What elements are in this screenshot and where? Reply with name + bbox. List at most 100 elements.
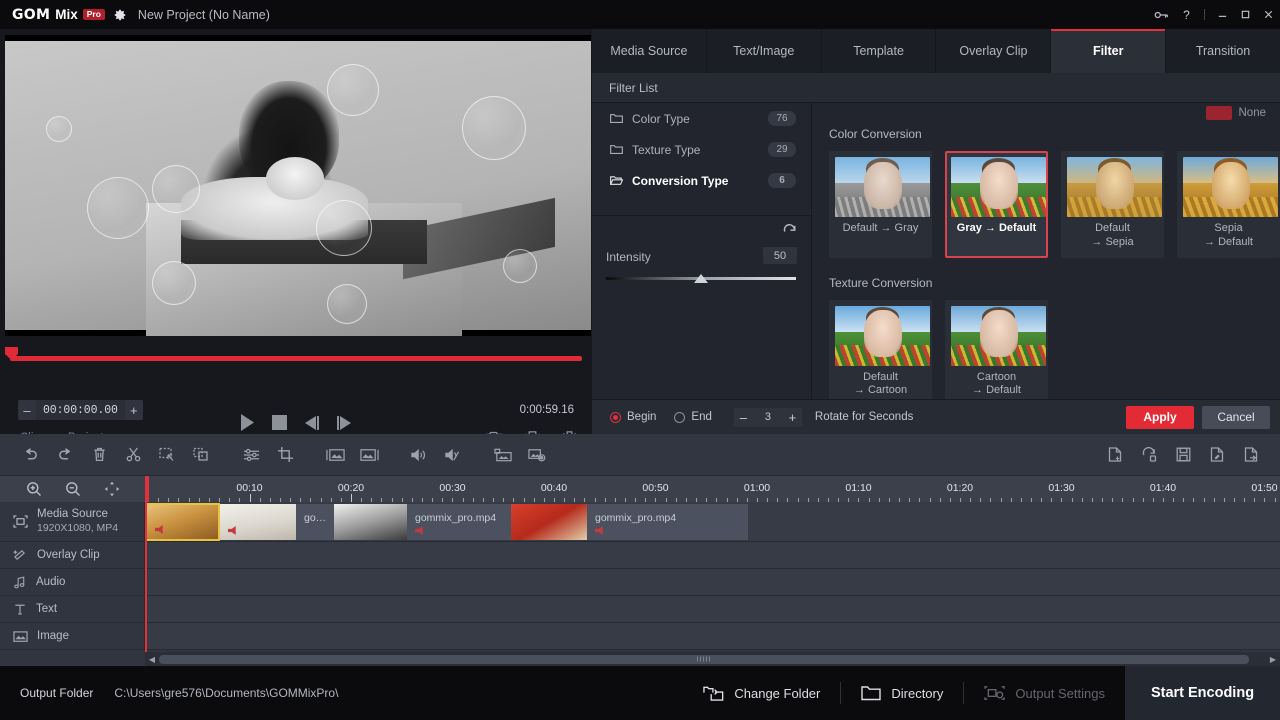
timeline-playhead-top[interactable]	[145, 476, 149, 502]
timecode-increase-button[interactable]: +	[125, 400, 143, 420]
previous-frame-icon[interactable]	[303, 415, 320, 431]
radio-end[interactable]: End	[674, 411, 711, 423]
timecode-value[interactable]: 00:00:00.00	[36, 404, 125, 417]
fit-timeline-icon[interactable]	[104, 481, 120, 497]
select-region-icon[interactable]	[150, 434, 184, 476]
preview-region-icon[interactable]	[520, 434, 554, 476]
reset-icon[interactable]	[782, 224, 797, 239]
tab-text-image[interactable]: Text/Image	[707, 29, 822, 73]
minimize-button[interactable]	[1211, 0, 1234, 29]
image-track-body[interactable]	[145, 623, 1280, 649]
insert-image-right-icon[interactable]	[352, 434, 386, 476]
radio-begin[interactable]: Begin	[610, 411, 656, 423]
track-image[interactable]: Image	[0, 623, 1280, 650]
start-encoding-button[interactable]: Start Encoding	[1125, 666, 1280, 720]
undo-icon[interactable]	[14, 434, 48, 476]
tab-filter[interactable]: Filter	[1051, 29, 1166, 73]
edit-project-icon[interactable]	[1200, 434, 1234, 476]
media-track-body[interactable]: go… gommix_pro.mp4 gommix_pro.mp4	[145, 502, 1280, 541]
timeline-clip[interactable]: gommix_pro.mp4	[407, 504, 511, 540]
filter-default-to-sepia[interactable]: Default → Sepia	[1061, 151, 1164, 258]
filter-sepia-to-default[interactable]: Sepia → Default	[1177, 151, 1280, 258]
clip-mute-icon[interactable]	[415, 526, 426, 535]
timeline-clip[interactable]	[145, 503, 220, 541]
timecode-stepper[interactable]: – 00:00:00.00 +	[18, 400, 143, 420]
filter-gray-to-default[interactable]: Gray → Default	[945, 151, 1048, 258]
maximize-button[interactable]	[1234, 0, 1257, 29]
timeline-clip[interactable]	[220, 504, 296, 540]
filter-thumbnail	[951, 306, 1046, 366]
clip-mute-icon[interactable]	[595, 526, 606, 535]
filter-default-to-gray[interactable]: Default → Gray	[829, 151, 932, 258]
next-frame-icon[interactable]	[336, 415, 353, 431]
track-label-group: Media Source 1920X1080, MP4	[37, 507, 118, 536]
preview-seek-bar[interactable]	[0, 344, 592, 368]
video-preview[interactable]	[5, 35, 591, 336]
cut-icon[interactable]	[116, 434, 150, 476]
export-project-icon[interactable]	[1234, 434, 1268, 476]
intensity-value[interactable]: 50	[763, 247, 797, 264]
new-project-icon[interactable]	[1098, 434, 1132, 476]
scroll-left-arrow[interactable]: ◀	[145, 652, 159, 666]
scroll-right-arrow[interactable]: ▶	[1266, 652, 1280, 666]
play-icon[interactable]	[239, 413, 256, 432]
cancel-button[interactable]: Cancel	[1202, 406, 1270, 429]
picture-in-picture-icon[interactable]	[486, 434, 520, 476]
delete-icon[interactable]	[82, 434, 116, 476]
intensity-slider-handle[interactable]	[694, 274, 708, 283]
scrollbar-thumb[interactable]	[159, 655, 1249, 664]
category-color-type[interactable]: Color Type 76	[592, 103, 811, 134]
change-folder-button[interactable]: Change Folder	[683, 666, 840, 720]
key-icon[interactable]	[1150, 0, 1174, 29]
seconds-increase-button[interactable]: +	[783, 408, 802, 427]
stop-icon[interactable]	[272, 415, 287, 430]
track-text[interactable]: Text	[0, 596, 1280, 623]
track-audio[interactable]: Audio	[0, 569, 1280, 596]
track-media-source[interactable]: Media Source 1920X1080, MP4 go… gommix_pr…	[0, 502, 1280, 542]
zoom-out-icon[interactable]	[65, 481, 81, 497]
timeline-clip[interactable]	[511, 504, 587, 540]
tab-media-source[interactable]: Media Source	[592, 29, 707, 73]
crop-icon[interactable]	[268, 434, 302, 476]
save-project-icon[interactable]	[1166, 434, 1200, 476]
overlay-track-body[interactable]	[145, 542, 1280, 568]
output-settings-button[interactable]: Output Settings	[964, 666, 1125, 720]
timecode-decrease-button[interactable]: –	[18, 400, 36, 420]
duplicate-icon[interactable]	[184, 434, 218, 476]
redo-icon[interactable]	[48, 434, 82, 476]
audio-track-body[interactable]	[145, 569, 1280, 595]
directory-button[interactable]: Directory	[841, 666, 963, 720]
text-track-body[interactable]	[145, 596, 1280, 622]
tab-overlay-clip[interactable]: Overlay Clip	[936, 29, 1051, 73]
timeline-horizontal-scrollbar[interactable]: ◀ ▶	[145, 652, 1280, 666]
mute-icon[interactable]	[436, 434, 470, 476]
filter-none-item[interactable]: None	[1206, 103, 1267, 123]
timeline-clip[interactable]: gommix_pro.mp4	[587, 504, 748, 540]
zoom-in-icon[interactable]	[26, 481, 42, 497]
filter-default-to-cartoon[interactable]: Default → Cartoon	[829, 300, 932, 407]
tab-template[interactable]: Template	[822, 29, 937, 73]
intensity-slider[interactable]	[606, 274, 796, 284]
filter-cartoon-to-default[interactable]: Cartoon → Default	[945, 300, 1048, 407]
filter-settings-icon[interactable]	[234, 434, 268, 476]
seconds-stepper[interactable]: – 3 +	[734, 408, 802, 427]
tab-transition[interactable]: Transition	[1166, 29, 1280, 73]
ruler-tick	[351, 494, 352, 502]
seconds-decrease-button[interactable]: –	[734, 408, 753, 427]
question-mark-icon[interactable]: question-mark-icon ?	[1174, 0, 1198, 29]
volume-icon[interactable]	[402, 434, 436, 476]
track-overlay-clip[interactable]: Overlay Clip	[0, 542, 1280, 569]
category-conversion-type[interactable]: Conversion Type 6	[592, 165, 811, 196]
close-button[interactable]	[1257, 0, 1280, 29]
seek-track[interactable]	[10, 356, 582, 361]
reset-project-icon[interactable]	[1132, 434, 1166, 476]
timeline-clip[interactable]: go…	[296, 504, 336, 540]
seconds-value[interactable]: 3	[753, 411, 783, 423]
category-texture-type[interactable]: Texture Type 29	[592, 134, 811, 165]
ruler-ticks[interactable]: 00:1000:2000:3000:4000:5001:0001:1001:20…	[145, 476, 1280, 502]
insert-image-left-icon[interactable]	[318, 434, 352, 476]
apply-button[interactable]: Apply	[1126, 406, 1194, 429]
timeline-clip[interactable]	[334, 504, 407, 540]
gear-icon[interactable]	[113, 8, 127, 22]
timeline-playhead[interactable]	[145, 502, 147, 652]
